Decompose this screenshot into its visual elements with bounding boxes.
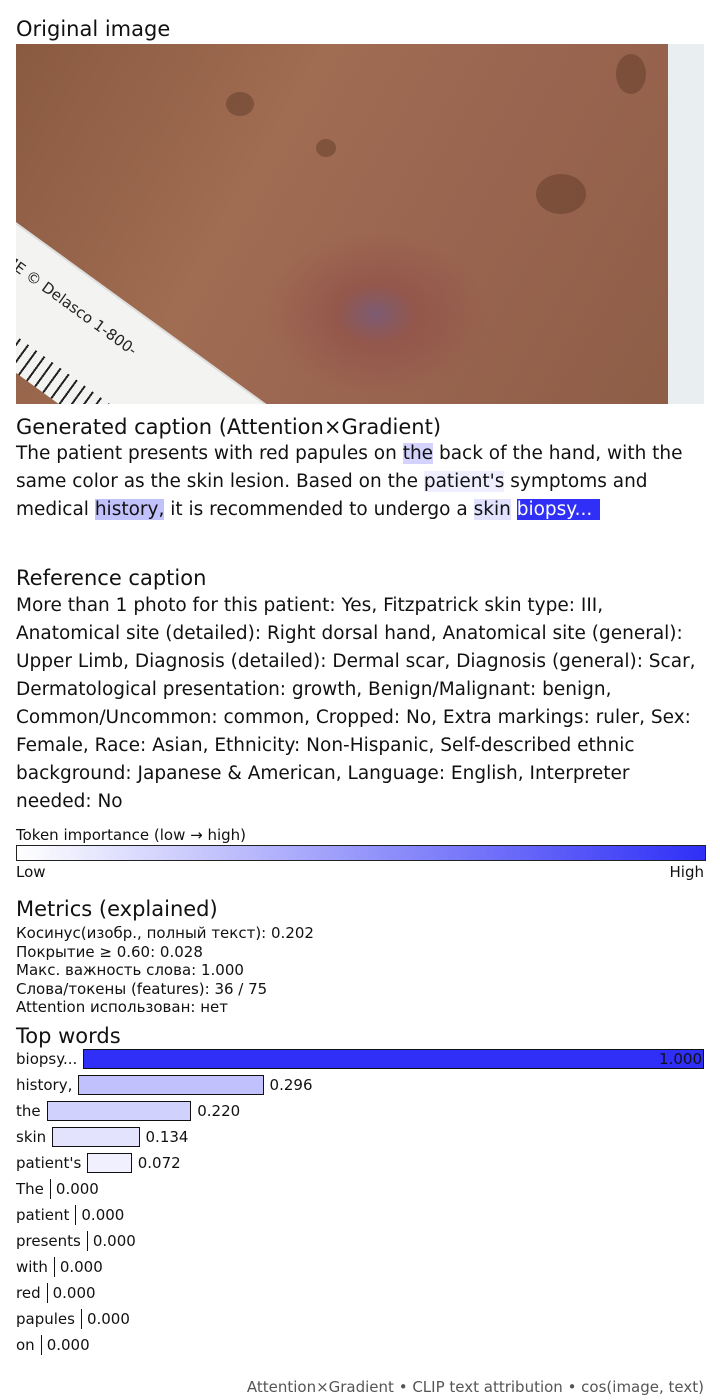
top-word-row: on 0.000 [16,1334,704,1356]
top-word-label: on [16,1336,35,1354]
reference-caption-title: Reference caption [16,566,207,590]
top-word-row: presents 0.000 [16,1230,704,1252]
top-word-bar [83,1049,704,1069]
top-word-bar [46,1283,48,1303]
top-word-value: 0.296 [269,1076,313,1094]
original-image-title: Original image [16,17,171,41]
top-word-label: red [16,1284,41,1302]
top-word-row: biopsy... 1.000 [16,1048,704,1070]
background-area [668,44,704,404]
top-word-label: history, [16,1076,73,1094]
top-word-bar [80,1309,82,1329]
top-word-bar [86,1231,88,1251]
top-word-value: 0.000 [92,1232,136,1250]
top-word-value: 0.000 [86,1310,130,1328]
top-word-label: patient [16,1206,70,1224]
legend-high-label: High [669,863,704,881]
top-word-row: skin 0.134 [16,1126,704,1148]
top-word-row: papules 0.000 [16,1308,704,1330]
top-word-value: 1.000 [659,1050,702,1068]
reference-caption: More than 1 photo for this patient: Yes,… [16,595,696,812]
legend-title: Token importance (low → high) [16,826,247,844]
top-word-label: the [16,1102,41,1120]
top-word-bar [53,1257,55,1277]
top-word-value: 0.000 [46,1336,90,1354]
top-word-bar [49,1179,51,1199]
generated-caption-title: Generated caption (Attention×Gradient) [16,415,442,439]
metrics-title: Metrics (explained) [16,897,218,921]
top-word-row: with 0.000 [16,1256,704,1278]
top-word-bar [40,1335,42,1355]
metric-attention-used: Attention использован: нет [16,998,228,1016]
top-word-value: 0.000 [52,1284,96,1302]
top-word-label: skin [16,1128,47,1146]
metric-coverage: Покрытие ≥ 0.60: 0.028 [16,942,203,961]
generated-caption: The patient presents with red papules on… [16,440,706,524]
top-word-bar [78,1075,264,1095]
metrics-list: Косинус(изобр., полный текст): 0.202 Пок… [16,924,314,1017]
top-word-row: history, 0.296 [16,1074,704,1096]
legend-low-label: Low [16,863,46,881]
top-word-label: papules [16,1310,75,1328]
importance-colorbar [16,845,706,861]
top-word-label: presents [16,1232,81,1250]
top-word-row: red 0.000 [16,1282,704,1304]
highlighted-token: patient's [423,471,505,492]
metric-cosine: Косинус(изобр., полный текст): 0.202 [16,924,314,942]
top-word-label: The [16,1180,44,1198]
metric-max-importance: Макс. важность слова: 1.000 [16,961,244,979]
top-word-value: 0.072 [137,1154,181,1172]
highlighted-token: skin [473,499,511,520]
top-word-label: patient's [16,1154,82,1172]
top-word-label: biopsy... [16,1050,78,1068]
metric-word-token-count: Слова/токены (features): 36 / 75 [16,979,268,998]
top-word-row: The 0.000 [16,1178,704,1200]
top-word-value: 0.000 [59,1258,103,1276]
top-word-label: with [16,1258,48,1276]
caption-text: it is recommended to undergo a [164,499,474,520]
top-word-value: 0.000 [81,1206,125,1224]
top-word-bar [87,1153,132,1173]
top-word-row: patient 0.000 [16,1204,704,1226]
caption-text: The patient presents with red papules on [16,443,403,464]
highlighted-token: the [402,443,434,464]
top-words-title: Top words [16,1024,121,1048]
top-word-row: the 0.220 [16,1100,704,1122]
skin-lesion-photo: NAME © Delasco 1-800- [16,44,704,404]
top-word-value: 0.000 [55,1180,99,1198]
top-word-row: patient's 0.072 [16,1152,704,1174]
top-word-value: 0.220 [197,1102,241,1120]
top-word-bar [52,1127,140,1147]
top-word-bar [75,1205,77,1225]
top-word-bar [46,1101,192,1121]
caption-text [511,499,517,520]
footer-note: Attention×Gradient • CLIP text attributi… [246,1378,704,1396]
top-word-value: 0.134 [145,1128,189,1146]
highlighted-token: biopsy... [516,499,601,520]
highlighted-token: history, [94,499,165,520]
